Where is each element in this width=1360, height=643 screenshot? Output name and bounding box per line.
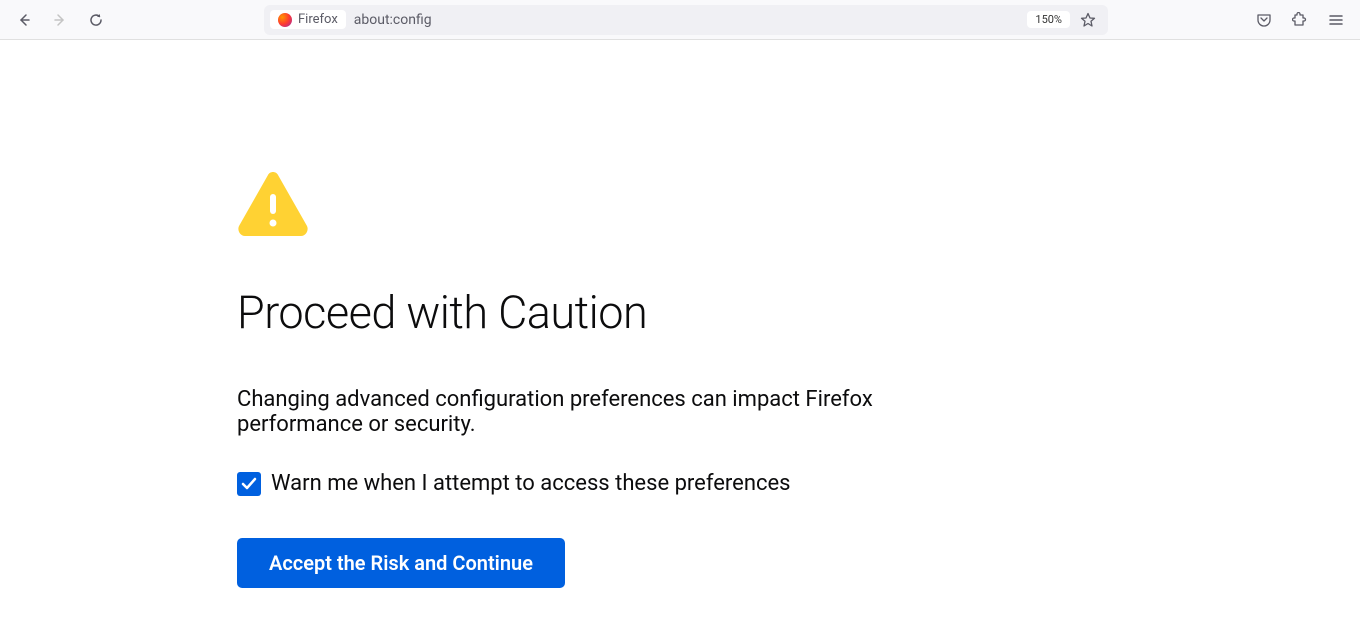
warn-checkbox-label[interactable]: Warn me when I attempt to access these p… (271, 471, 791, 496)
warning-page: Proceed with Caution Changing advanced c… (0, 40, 920, 588)
back-button[interactable] (8, 4, 40, 36)
pocket-icon (1256, 12, 1272, 28)
zoom-badge[interactable]: 150% (1027, 11, 1070, 28)
identity-label: Firefox (298, 12, 338, 27)
url-text: about:config (354, 12, 1028, 28)
url-bar[interactable]: Firefox about:config 150% (264, 5, 1108, 35)
firefox-icon (278, 13, 292, 27)
warn-checkbox[interactable] (237, 472, 261, 496)
forward-button[interactable] (44, 4, 76, 36)
app-menu-button[interactable] (1320, 4, 1352, 36)
browser-toolbar: Firefox about:config 150% (0, 0, 1360, 40)
toolbar-right (1248, 4, 1352, 36)
checkmark-icon (240, 475, 258, 493)
puzzle-icon (1292, 12, 1308, 28)
arrow-right-icon (52, 12, 68, 28)
hamburger-icon (1328, 12, 1344, 28)
warning-triangle-icon (237, 170, 309, 240)
accept-risk-button[interactable]: Accept the Risk and Continue (237, 538, 565, 588)
reload-icon (88, 12, 104, 28)
warn-checkbox-row: Warn me when I attempt to access these p… (237, 471, 920, 496)
star-icon (1080, 12, 1096, 28)
bookmark-button[interactable] (1074, 6, 1102, 34)
reload-button[interactable] (80, 4, 112, 36)
extensions-button[interactable] (1284, 4, 1316, 36)
pocket-button[interactable] (1248, 4, 1280, 36)
page-title: Proceed with Caution (237, 286, 920, 339)
nav-buttons (8, 4, 112, 36)
identity-box[interactable]: Firefox (270, 10, 346, 29)
arrow-left-icon (16, 12, 32, 28)
warning-description: Changing advanced configuration preferen… (237, 387, 920, 437)
